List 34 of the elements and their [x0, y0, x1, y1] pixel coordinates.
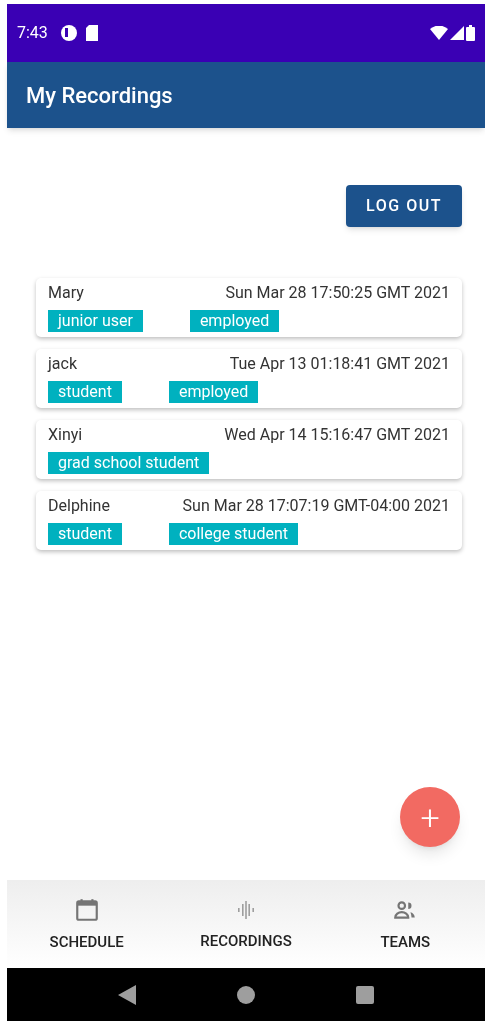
recents-icon[interactable]: [356, 985, 375, 1004]
recording-card[interactable]: Xinyi Wed Apr 14 15:16:47 GMT 2021 grad school student: [36, 420, 462, 479]
tag: college student: [168, 523, 298, 545]
nav-tab[interactable]: RECORDINGS: [166, 895, 326, 953]
wifi-icon: [430, 26, 448, 40]
nav-tab[interactable]: TEAMS: [325, 894, 485, 954]
tag: student: [48, 381, 122, 403]
recording-name: Delphine: [48, 495, 110, 517]
tag: grad school student: [48, 452, 210, 474]
tag: employed: [168, 381, 259, 403]
app-title: My Recordings: [26, 81, 173, 110]
back-icon[interactable]: [117, 984, 136, 1005]
recording-date: Sun Mar 28 17:50:25 GMT 2021: [225, 282, 450, 304]
recording-date: Sun Mar 28 17:07:19 GMT-04:00 2021: [182, 495, 450, 517]
recording-card[interactable]: Mary Sun Mar 28 17:50:25 GMT 2021 junior user employed: [36, 278, 462, 337]
status-time: 7:43: [17, 22, 48, 44]
recording-name: Mary: [48, 282, 84, 304]
nav-tab[interactable]: SCHEDULE: [7, 894, 167, 954]
logout-button[interactable]: LOG OUT: [346, 185, 462, 227]
recording-card[interactable]: jack Tue Apr 13 01:18:41 GMT 2021 student employed: [36, 349, 462, 408]
tag: employed: [189, 310, 280, 332]
recording-card[interactable]: Delphine Sun Mar 28 17:07:19 GMT-04:00 2021 student college student: [36, 491, 462, 550]
recording-name: Xinyi: [48, 424, 83, 446]
tag: student: [48, 523, 122, 545]
home-icon[interactable]: [237, 985, 255, 1004]
calendar-icon: [73, 896, 100, 923]
recording-date: Tue Apr 13 01:18:41 GMT 2021: [229, 353, 450, 375]
signal-icon: [450, 26, 464, 40]
recording-name: jack: [48, 353, 77, 375]
sd-card-icon: [85, 25, 98, 41]
battery-icon: [466, 25, 475, 41]
recording-date: Wed Apr 14 15:16:47 GMT 2021: [224, 424, 450, 446]
app-icon: [59, 24, 78, 42]
tag: junior user: [48, 310, 143, 332]
